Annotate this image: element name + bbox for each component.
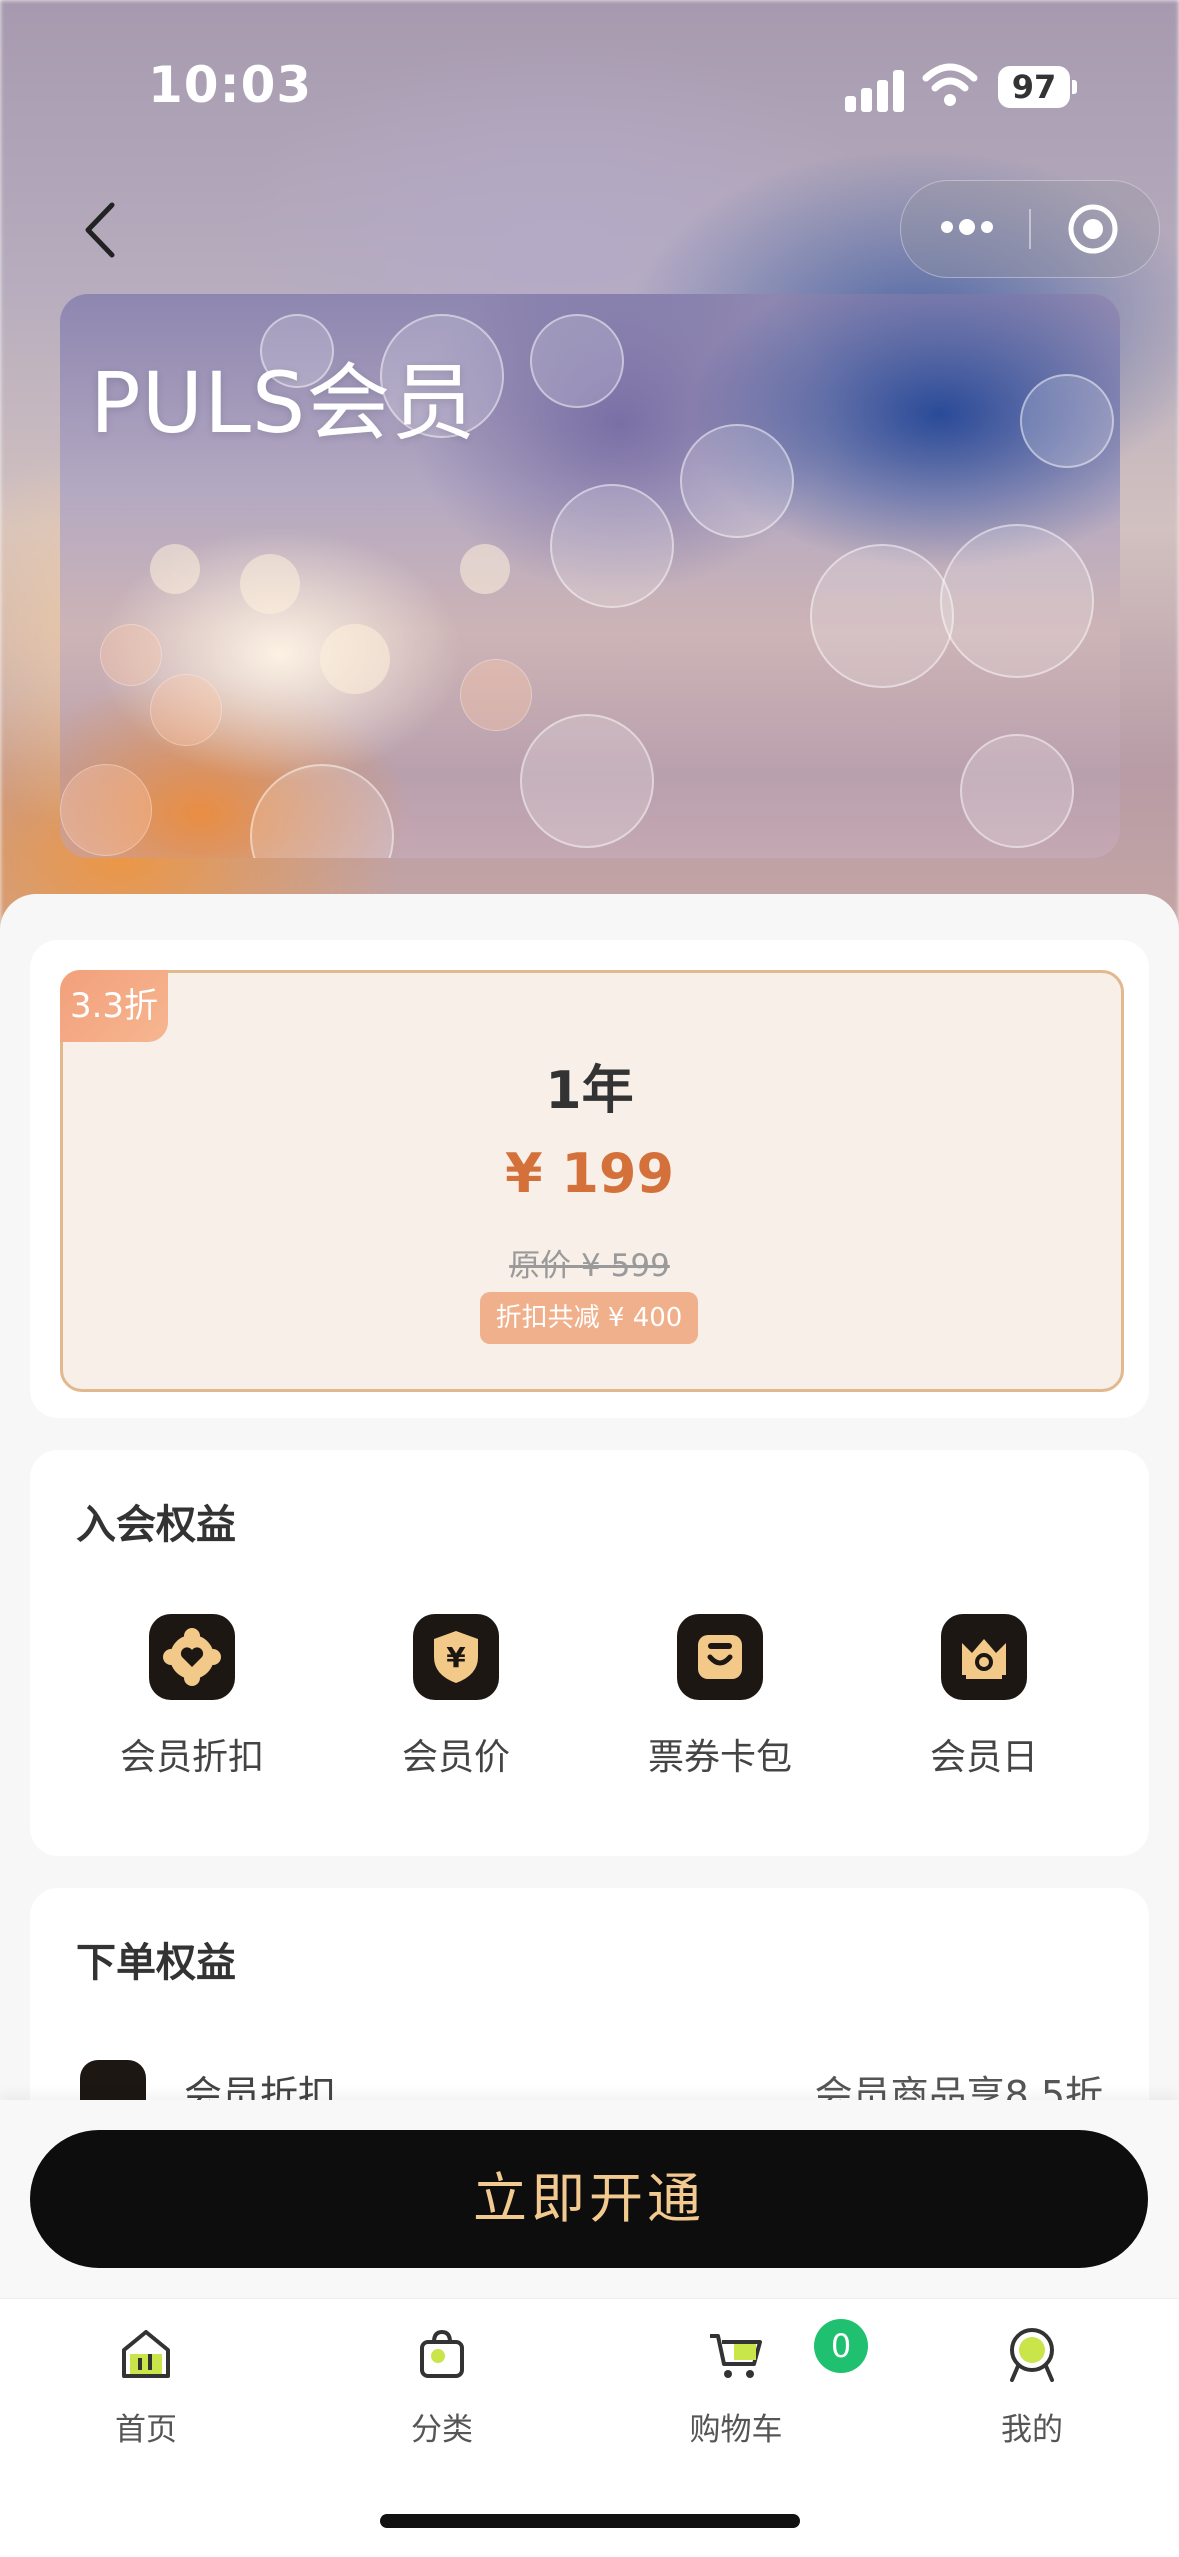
order-benefits-title: 下单权益 [76, 1940, 236, 1986]
tab-cart[interactable]: 购物车 [636, 2324, 836, 2449]
tab-label: 首页 [115, 2412, 177, 2448]
tab-category[interactable]: 分类 [342, 2324, 542, 2449]
benefit-coupon-wallet[interactable]: 票券卡包 [620, 1614, 820, 1780]
yen-shield-icon: ¥ [413, 1614, 499, 1700]
cart-count-badge: 0 [814, 2319, 868, 2373]
tab-home[interactable]: 首页 [46, 2324, 246, 2449]
benefit-label: 票券卡包 [647, 1737, 792, 1778]
plan-price: ¥ 199 [504, 1142, 675, 1205]
profile-icon [1010, 2328, 1054, 2382]
crown-icon [941, 1614, 1027, 1700]
plan-original-price: 原价 ¥ 599 [509, 1248, 670, 1284]
tab-label: 分类 [411, 2412, 473, 2448]
target-circle-icon[interactable] [1067, 203, 1119, 255]
bokeh-circle [150, 674, 222, 746]
bokeh-circle [460, 544, 510, 594]
chevron-left-icon[interactable] [70, 195, 130, 265]
benefit-label: 会员折扣 [119, 1737, 264, 1778]
bokeh-circle [250, 764, 394, 858]
status-time: 10:03 [148, 56, 313, 114]
join-benefits-title: 入会权益 [76, 1502, 236, 1548]
bokeh-circle [240, 554, 300, 614]
status-bar: 10:03 97 [0, 0, 1179, 170]
coupon-wallet-icon [677, 1614, 763, 1700]
plan-period: 1年 [545, 1061, 634, 1121]
discount-tag: 3.3折 [60, 970, 168, 1042]
bokeh-circle [680, 424, 794, 538]
wifi-icon [922, 63, 978, 106]
home-icon [122, 2330, 170, 2378]
tab-label: 购物车 [689, 2412, 783, 2448]
battery-indicator: 97 [998, 66, 1077, 108]
more-dots-icon[interactable] [937, 215, 997, 239]
bokeh-circle [940, 524, 1094, 678]
bokeh-circle [520, 714, 654, 848]
membership-banner: PULS会员 [60, 294, 1120, 858]
flower-heart-icon [149, 1614, 235, 1700]
mini-program-capsule [900, 180, 1160, 278]
bokeh-circle [460, 659, 532, 731]
bag-icon [420, 2329, 464, 2378]
bokeh-circle [320, 624, 390, 694]
benefit-member-discount[interactable]: 会员折扣 [92, 1614, 292, 1780]
signal-icon [845, 68, 905, 112]
bokeh-circle [60, 764, 152, 856]
benefit-member-price[interactable]: ¥ 会员价 [356, 1614, 556, 1780]
svg-text:¥: ¥ [446, 1641, 466, 1674]
bokeh-circle [530, 314, 624, 408]
benefit-label: 会员价 [401, 1737, 510, 1778]
bokeh-circle [150, 544, 200, 594]
capsule-divider [1029, 209, 1031, 249]
bokeh-circle [1020, 374, 1114, 468]
bokeh-circle [550, 484, 674, 608]
plan-savings-badge: 折扣共减 ¥ 400 [480, 1292, 698, 1344]
home-indicator [380, 2514, 800, 2528]
tab-label: 我的 [1001, 2412, 1063, 2448]
banner-title: PULS会员 [90, 354, 477, 452]
bokeh-circle [960, 734, 1074, 848]
bokeh-circle [100, 624, 162, 686]
tab-profile[interactable]: 我的 [932, 2324, 1132, 2449]
bokeh-circle [810, 544, 954, 688]
benefit-label: 会员日 [929, 1737, 1038, 1778]
benefit-member-day[interactable]: 会员日 [884, 1614, 1084, 1780]
open-membership-button[interactable]: 立即开通 [30, 2130, 1148, 2268]
cart-icon [710, 2334, 762, 2378]
